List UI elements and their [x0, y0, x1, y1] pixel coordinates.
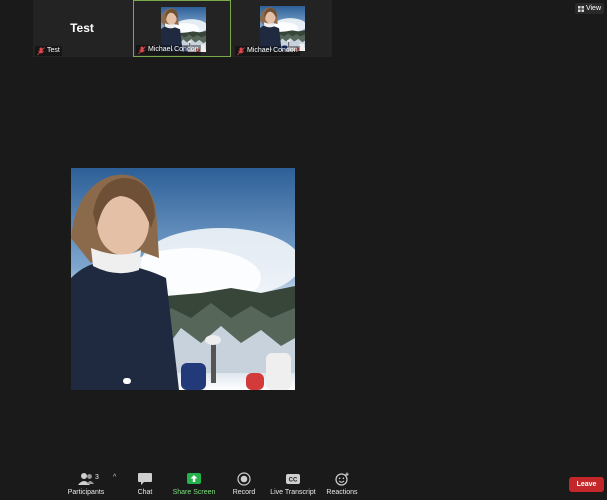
live-transcript-label: Live Transcript: [270, 489, 316, 496]
participant-tile-active-speaker[interactable]: Michael Condon: [133, 0, 231, 57]
participants-icon: [78, 473, 94, 485]
record-icon: [237, 472, 251, 486]
live-transcript-button[interactable]: CC Live Transcript: [265, 472, 321, 496]
participant-tile[interactable]: Michael Condon: [233, 0, 331, 57]
participant-label-text: Michael Condon: [148, 46, 199, 53]
reactions-label: Reactions: [326, 489, 358, 496]
participant-label: Michael Condon: [235, 46, 300, 56]
reactions-button[interactable]: Reactions: [314, 472, 370, 496]
record-button[interactable]: Record: [216, 472, 272, 496]
participants-button[interactable]: Participants: [58, 472, 114, 496]
chat-icon: [138, 473, 152, 485]
chat-label: Chat: [137, 489, 153, 496]
view-button-label: View: [585, 5, 601, 12]
participant-label: Test: [35, 46, 62, 56]
share-screen-button[interactable]: Share Screen: [166, 472, 222, 496]
main-speaker-video: [71, 168, 295, 390]
share-screen-label: Share Screen: [172, 489, 216, 496]
participant-tile-test[interactable]: Test Test: [33, 0, 131, 57]
chat-button[interactable]: Chat: [117, 472, 173, 496]
participants-options-caret-icon[interactable]: ^: [113, 474, 116, 481]
meeting-toolbar: Participants 3 ^ Chat Share Screen Recor…: [0, 470, 607, 500]
participant-label-text: Michael Condon: [247, 47, 298, 54]
leave-button[interactable]: Leave: [569, 477, 604, 492]
participant-label: Michael Condon: [136, 45, 201, 55]
participant-name-large: Test: [70, 21, 94, 35]
svg-text:CC: CC: [289, 478, 298, 484]
mic-off-icon: [37, 46, 45, 55]
view-button[interactable]: View: [575, 3, 604, 14]
participant-label-text: Test: [47, 47, 60, 54]
record-label: Record: [232, 489, 256, 496]
participant-video: [260, 6, 305, 51]
thumbnail-strip: Test Test Michael Condon Michael Condon: [33, 0, 332, 57]
participants-label: Participants: [67, 489, 105, 496]
closed-caption-icon: CC: [286, 474, 300, 484]
share-screen-icon: [187, 473, 201, 484]
reactions-icon: [335, 472, 349, 486]
grid-icon: [578, 5, 584, 12]
participants-count: 3: [95, 474, 99, 481]
mic-off-icon: [138, 45, 146, 54]
mic-off-icon: [237, 46, 245, 55]
